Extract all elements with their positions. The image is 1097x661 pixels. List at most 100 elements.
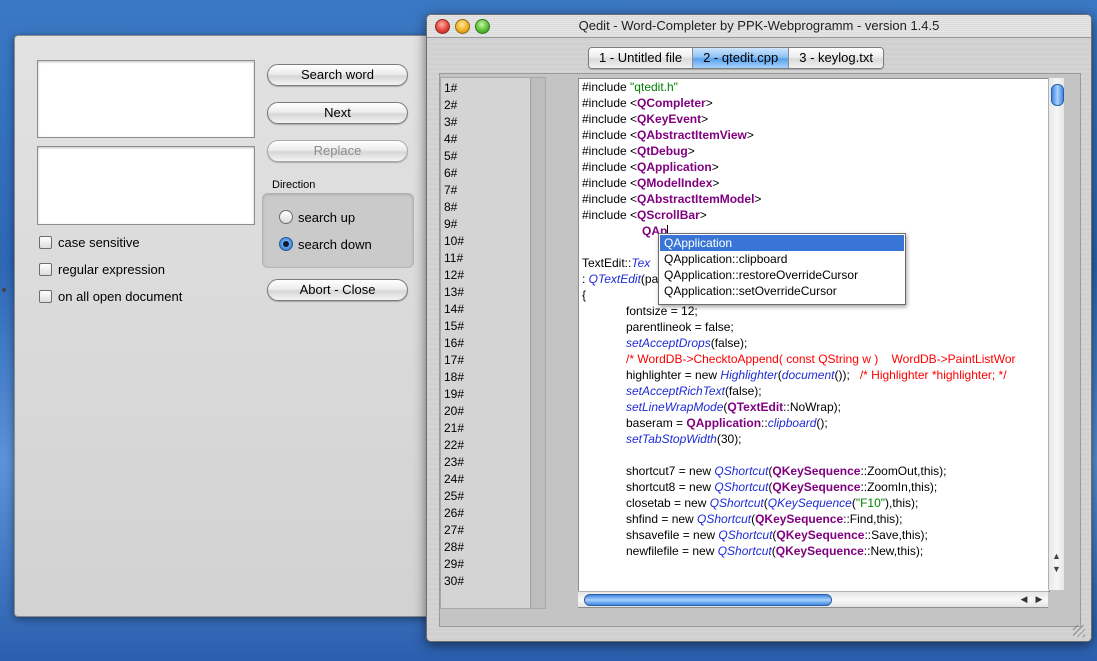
find-panel: Search word Next Replace Direction searc… — [14, 35, 446, 617]
code-line: #include <QtDebug> — [582, 144, 695, 158]
code-line: shortcut8 = new QShortcut(QKeySequence::… — [626, 480, 938, 494]
code-line: #include <QScrollBar> — [582, 208, 707, 222]
checkbox-regular-expression[interactable]: regular expression — [39, 260, 165, 278]
horizontal-scroll-thumb[interactable] — [584, 594, 832, 606]
title-bar[interactable]: Qedit - Word-Completer by PPK-Webprogram… — [427, 15, 1091, 38]
abort-close-button[interactable]: Abort - Close — [267, 279, 408, 301]
radio-label-search-down: search down — [298, 236, 372, 252]
line-numbers: 1# 2# 3# 4# 5# 6# 7# 8# 9# 10# 11# 12# 1… — [441, 78, 529, 608]
line-number: 10# — [444, 234, 465, 248]
line-number: 26# — [444, 506, 465, 520]
replace-button[interactable]: Replace — [267, 140, 408, 162]
code-line: /* WordDB->ChecktoAppend( const QString … — [626, 352, 1016, 366]
line-number: 22# — [444, 438, 465, 452]
next-button[interactable]: Next — [267, 102, 408, 124]
completer-item[interactable]: QApplication::clipboard — [660, 251, 904, 267]
line-number: 6# — [444, 166, 458, 180]
completer-item[interactable]: QApplication::restoreOverrideCursor — [660, 267, 904, 283]
radio-button-icon[interactable] — [279, 210, 293, 224]
code-line: #include "qtedit.h" — [582, 80, 678, 94]
checkbox-label: on all open document — [58, 288, 183, 304]
line-number: 16# — [444, 336, 465, 350]
window-title: Qedit - Word-Completer by PPK-Webprogram… — [578, 18, 940, 33]
code-line: { — [582, 288, 587, 302]
code-line: fontsize = 12; — [626, 304, 698, 318]
code-line: #include <QAbstractItemView> — [582, 128, 754, 142]
tab-qtedit-cpp[interactable]: 2 - qtedit.cpp — [693, 48, 790, 68]
replace-text-area[interactable] — [37, 146, 255, 225]
resize-grip-icon[interactable] — [1073, 625, 1085, 637]
scroll-up-arrow-icon[interactable]: ▲ — [1049, 550, 1064, 562]
code-line: #include <QApplication> — [582, 160, 719, 174]
checkbox-icon[interactable] — [39, 235, 52, 249]
horizontal-scrollbar[interactable]: ◀ ▶ — [578, 591, 1048, 608]
line-number: 20# — [444, 404, 465, 418]
direction-label: Direction — [272, 179, 316, 191]
window-edge-marker — [2, 288, 6, 292]
vertical-scroll-thumb[interactable] — [1051, 84, 1064, 106]
code-line: setLineWrapMode(QTextEdit::NoWrap); — [626, 400, 841, 414]
line-number: 29# — [444, 557, 465, 571]
code-line: #include <QAbstractItemModel> — [582, 192, 762, 206]
gutter-scroll-strip — [530, 78, 545, 608]
checkbox-icon[interactable] — [39, 289, 52, 303]
code-line: closetab = new QShortcut(QKeySequence("F… — [626, 496, 919, 510]
line-number: 30# — [444, 574, 465, 588]
scroll-right-arrow-icon[interactable]: ▶ — [1033, 593, 1045, 606]
completer-popup[interactable]: QApplication QApplication::clipboard QAp… — [658, 233, 906, 305]
code-line: newfilefile = new QShortcut(QKeySequence… — [626, 544, 924, 558]
radio-label-search-up: search up — [298, 209, 356, 225]
document-tabs: 1 - Untitled file 2 - qtedit.cpp 3 - key… — [588, 47, 884, 69]
code-line: shsavefile = new QShortcut(QKeySequence:… — [626, 528, 928, 542]
scroll-left-arrow-icon[interactable]: ◀ — [1018, 593, 1030, 606]
scroll-down-arrow-icon[interactable]: ▼ — [1049, 563, 1064, 575]
line-number: 24# — [444, 472, 465, 486]
line-number: 18# — [444, 370, 465, 384]
line-number: 9# — [444, 217, 458, 231]
line-number: 27# — [444, 523, 465, 537]
editor-window: Qedit - Word-Completer by PPK-Webprogram… — [426, 14, 1092, 642]
code-line: setAcceptRichText(false); — [626, 384, 762, 398]
line-number: 15# — [444, 319, 465, 333]
code-line: setTabStopWidth(30); — [626, 432, 742, 446]
completer-item-selected[interactable]: QApplication — [660, 235, 904, 251]
code-line: #include <QModelIndex> — [582, 176, 720, 190]
line-number: 1# — [444, 81, 458, 95]
checkbox-label: regular expression — [58, 261, 165, 277]
code-line: parentlineok = false; — [626, 320, 734, 334]
line-number: 28# — [444, 540, 465, 554]
line-number: 4# — [444, 132, 458, 146]
code-line: : QTextEdit(pa — [582, 272, 659, 286]
code-line: shfind = new QShortcut(QKeySequence::Fin… — [626, 512, 903, 526]
checkbox-label: case sensitive — [58, 234, 140, 250]
search-text-area[interactable] — [37, 60, 255, 138]
checkbox-case-sensitive[interactable]: case sensitive — [39, 233, 140, 251]
search-word-button[interactable]: Search word — [267, 64, 408, 86]
line-number: 7# — [444, 183, 458, 197]
line-number: 11# — [444, 251, 464, 265]
line-number: 12# — [444, 268, 465, 282]
completer-item[interactable]: QApplication::setOverrideCursor — [660, 283, 904, 299]
line-number-gutter: 1# 2# 3# 4# 5# 6# 7# 8# 9# 10# 11# 12# 1… — [440, 77, 546, 609]
line-number: 23# — [444, 455, 465, 469]
line-number: 13# — [444, 285, 465, 299]
line-number: 8# — [444, 200, 458, 214]
code-line: setAcceptDrops(false); — [626, 336, 748, 350]
code-line: shortcut7 = new QShortcut(QKeySequence::… — [626, 464, 947, 478]
tab-untitled-file[interactable]: 1 - Untitled file — [589, 48, 694, 68]
direction-group: search up search down — [262, 193, 414, 268]
code-line: #include <QKeyEvent> — [582, 112, 709, 126]
code-line: baseram = QApplication::clipboard(); — [626, 416, 828, 430]
line-number: 17# — [444, 353, 465, 367]
vertical-scrollbar[interactable]: ▲ ▼ — [1048, 78, 1064, 590]
radio-search-up[interactable]: search up — [279, 208, 355, 226]
radio-button-selected-icon[interactable] — [279, 237, 293, 251]
radio-search-down[interactable]: search down — [279, 235, 372, 253]
checkbox-icon[interactable] — [39, 262, 52, 276]
line-number: 14# — [444, 302, 465, 316]
tab-keylog-txt[interactable]: 3 - keylog.txt — [789, 48, 883, 68]
code-editor[interactable]: #include "qtedit.h" #include <QCompleter… — [578, 78, 1050, 592]
line-number: 25# — [444, 489, 465, 503]
line-number: 19# — [444, 387, 465, 401]
checkbox-all-open-documents[interactable]: on all open document — [39, 287, 182, 305]
